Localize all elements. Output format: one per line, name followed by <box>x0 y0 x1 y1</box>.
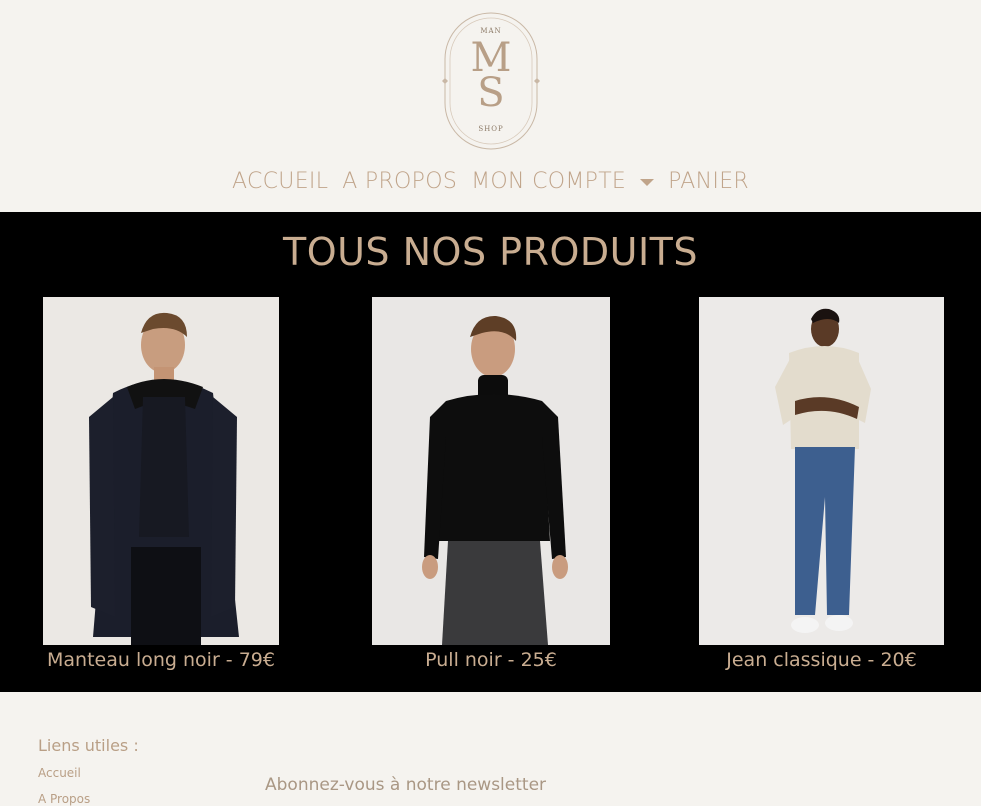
logo-bottom-text: SHOP <box>478 125 504 133</box>
logo-letter-s: S <box>477 70 505 116</box>
product-image-coat[interactable] <box>43 297 279 645</box>
product-card[interactable]: Pull noir - 25€ <box>372 297 610 671</box>
logo-top-text: MAN <box>480 27 502 35</box>
products-heading: TOUS NOS PRODUITS <box>282 230 698 274</box>
ms-logo[interactable]: MAN M S SHOP <box>442 12 540 150</box>
useful-links-title: Liens utiles : <box>38 736 139 755</box>
site-header: MAN M S SHOP ACCUEIL A PROPOS MON COMPTE… <box>0 0 981 212</box>
product-caption[interactable]: Pull noir - 25€ <box>332 649 650 671</box>
product-caption[interactable]: Jean classique - 20€ <box>659 649 981 671</box>
jean-model-image <box>699 297 944 645</box>
newsletter-label: Abonnez-vous à notre newsletter <box>265 775 547 795</box>
site-footer: Liens utiles : Accueil A Propos Abonnez-… <box>0 692 981 806</box>
nav-mon-compte-label: MON COMPTE <box>471 168 627 194</box>
main-nav: ACCUEIL A PROPOS MON COMPTE PANIER <box>0 164 981 198</box>
nav-panier[interactable]: PANIER <box>668 169 749 194</box>
product-image-jean[interactable] <box>699 297 944 645</box>
product-caption[interactable]: Manteau long noir - 79€ <box>3 649 319 671</box>
nav-accueil[interactable]: ACCUEIL <box>232 169 328 194</box>
coat-model-image <box>43 297 279 645</box>
footer-link-accueil[interactable]: Accueil <box>38 766 81 780</box>
footer-link-a-propos[interactable]: A Propos <box>38 792 90 806</box>
products-section: TOUS NOS PRODUITS Manteau long noir - 79… <box>0 212 981 692</box>
nav-mon-compte[interactable]: MON COMPTE <box>471 168 655 194</box>
product-image-pull[interactable] <box>372 297 610 645</box>
product-card[interactable]: Manteau long noir - 79€ <box>43 297 279 671</box>
nav-a-propos[interactable]: A PROPOS <box>342 169 457 194</box>
caret-down-icon[interactable] <box>640 178 655 186</box>
pull-model-image <box>372 297 610 645</box>
product-card[interactable]: Jean classique - 20€ <box>699 297 944 671</box>
